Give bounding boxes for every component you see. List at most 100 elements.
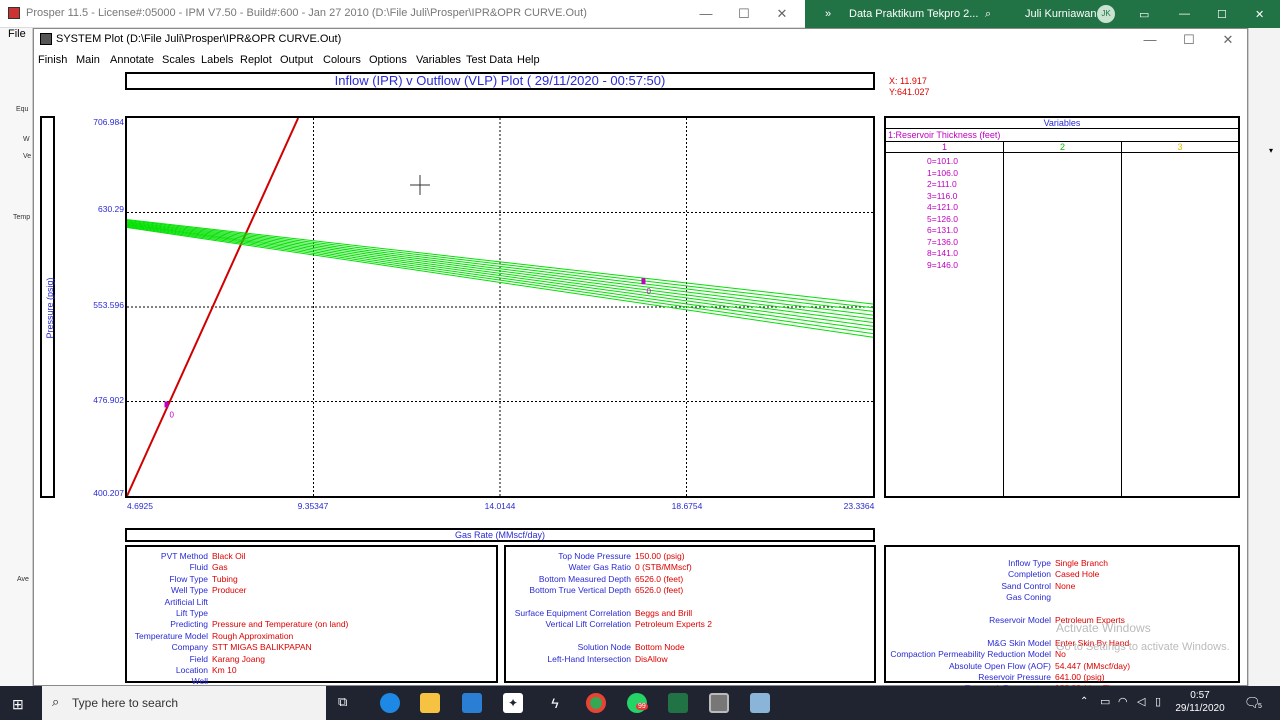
- media-player-icon[interactable]: ϟ: [545, 693, 565, 713]
- info-value: Km 10: [212, 665, 237, 675]
- window-title: SYSTEM Plot (D:\File Juli\Prosper\IPR&OP…: [56, 33, 342, 45]
- task-view-icon[interactable]: ⧉: [338, 694, 347, 710]
- cursor-readout: X: 11.917 Y:641.027: [889, 76, 930, 98]
- mail-icon[interactable]: [462, 693, 482, 713]
- menu-finish[interactable]: Finish: [38, 54, 67, 66]
- volume-icon[interactable]: ◁: [1137, 695, 1145, 708]
- ribbon-display-icon[interactable]: ▭: [1139, 8, 1149, 21]
- info-value: Gas: [212, 562, 228, 573]
- excel-icon[interactable]: [668, 693, 688, 713]
- edge-icon[interactable]: [380, 693, 400, 713]
- maximize-icon[interactable]: ☐: [1179, 30, 1199, 50]
- info-row: Compaction Permeability Reduction Model N…: [886, 649, 1066, 660]
- y-tick-label: 706.984: [93, 117, 124, 127]
- search-icon[interactable]: ⌕: [985, 8, 991, 21]
- clock-date: 29/11/2020: [1175, 703, 1225, 714]
- info-label: Bottom Measured Depth: [538, 573, 631, 584]
- search-input[interactable]: Type here to search: [72, 696, 178, 710]
- dropbox-icon[interactable]: ✦: [503, 693, 523, 713]
- bg-menu-file[interactable]: File: [8, 28, 26, 40]
- avatar[interactable]: JK: [1097, 5, 1115, 23]
- close-icon[interactable]: ✕: [1218, 30, 1238, 50]
- bg-close-icon[interactable]: ✕: [772, 4, 792, 24]
- menu-options[interactable]: Options: [369, 54, 407, 66]
- info-row: Lift Type: [127, 608, 212, 619]
- chevron-icon[interactable]: »: [825, 8, 831, 20]
- scroll-down-icon[interactable]: ▾: [1269, 146, 1273, 155]
- excel-close-icon[interactable]: ✕: [1255, 8, 1264, 21]
- battery-icon[interactable]: ▯: [1155, 695, 1161, 708]
- windows-start-icon[interactable]: ⊞: [12, 696, 24, 713]
- info-label: Company: [171, 642, 208, 653]
- prosper-icon[interactable]: [709, 693, 729, 713]
- menu-replot[interactable]: Replot: [240, 54, 272, 66]
- info-value: None: [1055, 580, 1076, 591]
- info-label: Top Node Pressure: [558, 551, 631, 561]
- notification-badge: 99: [636, 703, 648, 710]
- variable-column: 3: [1122, 142, 1238, 497]
- info-row: Predicting Pressure and Temperature (on l…: [127, 619, 348, 630]
- intersection-marker: [164, 401, 169, 408]
- info-row: Inflow Type Single Branch: [886, 558, 1108, 569]
- menu-labels[interactable]: Labels: [201, 54, 233, 66]
- clock[interactable]: 0:57 29/11/2020: [1170, 689, 1230, 715]
- bg-strip-label: Temp: [13, 214, 31, 221]
- variable-columns: 1 0=101.0 1=106.0 2=111.0 3=116.0 4=121.…: [886, 141, 1238, 497]
- variable-value: 1=106.0: [927, 167, 958, 178]
- excel-user-name: Juli Kurniawan: [1025, 8, 1097, 20]
- excel-minimize-icon[interactable]: —: [1179, 8, 1190, 20]
- menu-test-data[interactable]: Test Data: [466, 54, 512, 66]
- background-right-panel: ▾: [1248, 28, 1280, 686]
- app-icon[interactable]: [750, 693, 770, 713]
- menu-main[interactable]: Main: [76, 54, 100, 66]
- activation-watermark-sub: Go to Settings to activate Windows.: [1056, 641, 1230, 653]
- info-row: Temperature Model Rough Approximation: [127, 630, 294, 642]
- info-row: Company STT MIGAS BALIKPAPAN: [127, 642, 312, 653]
- info-label: Predicting: [170, 619, 208, 630]
- y-tick-label: 476.902: [93, 395, 124, 405]
- info-label: Location: [175, 665, 208, 675]
- tray-icon[interactable]: ▭: [1100, 695, 1110, 708]
- tray-chevron-icon[interactable]: ⌃: [1080, 696, 1088, 707]
- menu-variables[interactable]: Variables: [416, 54, 461, 66]
- info-value: Beggs and Brill: [635, 608, 693, 618]
- window-titlebar[interactable]: SYSTEM Plot (D:\File Juli\Prosper\IPR&OP…: [34, 29, 1247, 51]
- chrome-icon[interactable]: [586, 693, 606, 713]
- variable-column-header: 1: [886, 142, 1003, 153]
- minimize-icon[interactable]: —: [1140, 30, 1160, 50]
- bg-maximize-icon[interactable]: ☐: [734, 4, 754, 24]
- menu-output[interactable]: Output: [280, 54, 313, 66]
- bg-minimize-icon[interactable]: —: [696, 4, 716, 24]
- wifi-icon[interactable]: ◠: [1118, 695, 1128, 708]
- vlp-curve: [127, 221, 873, 316]
- y-tick-label: 553.596: [93, 300, 124, 310]
- taskbar-search[interactable]: ⌕ Type here to search: [42, 686, 326, 720]
- variable-value: 4=121.0: [927, 202, 958, 212]
- menu-bar: Finish Main Annotate Scales Labels Replo…: [34, 51, 1247, 71]
- info-value: Rough Approximation: [212, 630, 294, 641]
- info-label: Reservoir Model: [989, 615, 1051, 625]
- info-label: Gas Coning: [1006, 592, 1051, 603]
- excel-titlebar[interactable]: » Data Praktikum Tekpro 2... ⌕ Juli Kurn…: [805, 0, 1280, 28]
- menu-annotate[interactable]: Annotate: [110, 54, 154, 66]
- file-explorer-icon[interactable]: [420, 693, 440, 713]
- menu-help[interactable]: Help: [517, 54, 540, 66]
- cursor-y: Y:641.027: [889, 87, 930, 97]
- info-row: Bottom True Vertical Depth 6526.0 (feet): [506, 585, 683, 596]
- background-window-titlebar[interactable]: Prosper 11.5 - License#:05000 - IPM V7.5…: [0, 0, 805, 28]
- menu-scales[interactable]: Scales: [162, 54, 195, 66]
- info-label: Lift Type: [176, 608, 208, 618]
- info-value: Black Oil: [212, 551, 246, 561]
- variable-value: 8=141.0: [927, 248, 958, 258]
- excel-maximize-icon[interactable]: ☐: [1217, 8, 1227, 21]
- ipr-vlp-chart[interactable]: 00: [127, 118, 873, 496]
- info-row: Gas Coning: [886, 592, 1055, 603]
- bg-strip-label: Ave: [17, 576, 29, 583]
- info-label: Surface Equipment Correlation: [514, 608, 631, 618]
- system-plot-icon: [40, 33, 52, 45]
- info-row: [506, 631, 635, 642]
- x-tick-label: 14.0144: [484, 501, 516, 511]
- background-left-panel: File Equ W Ve Temp Ave: [0, 28, 33, 686]
- plot-area[interactable]: 00: [125, 116, 875, 498]
- menu-colours[interactable]: Colours: [323, 54, 361, 66]
